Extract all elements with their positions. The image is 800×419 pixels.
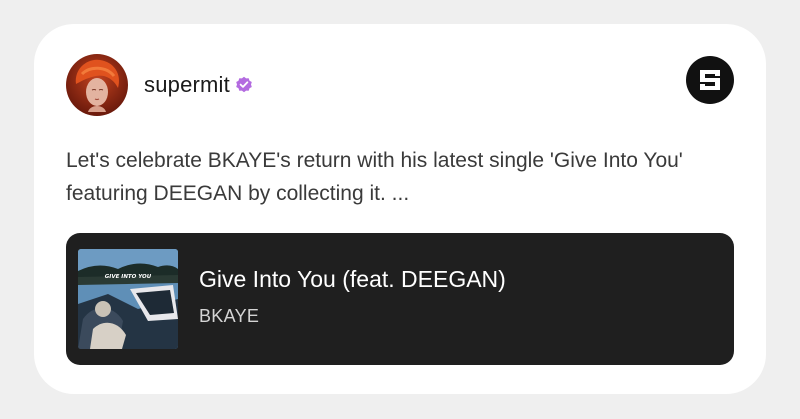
track-artist[interactable]: BKAYE (199, 306, 259, 327)
post-text: Let's celebrate BKAYE's return with his … (66, 149, 683, 205)
verified-badge-icon (236, 76, 252, 93)
username-row: supermit (144, 72, 253, 98)
album-cover-image[interactable]: GIVE INTO YOU (78, 249, 178, 349)
track-title[interactable]: Give Into You (feat. DEEGAN) (199, 266, 506, 293)
sound-logo-icon[interactable] (686, 56, 734, 104)
cover-text: GIVE INTO YOU (105, 274, 152, 280)
track-card[interactable]: GIVE INTO YOU Give Into You (feat. DEEGA… (66, 233, 734, 365)
post-header: supermit (66, 54, 253, 116)
post-card: supermit Let's celebrate BKAYE's return … (34, 24, 766, 394)
username[interactable]: supermit (144, 72, 230, 98)
avatar[interactable] (66, 54, 128, 116)
